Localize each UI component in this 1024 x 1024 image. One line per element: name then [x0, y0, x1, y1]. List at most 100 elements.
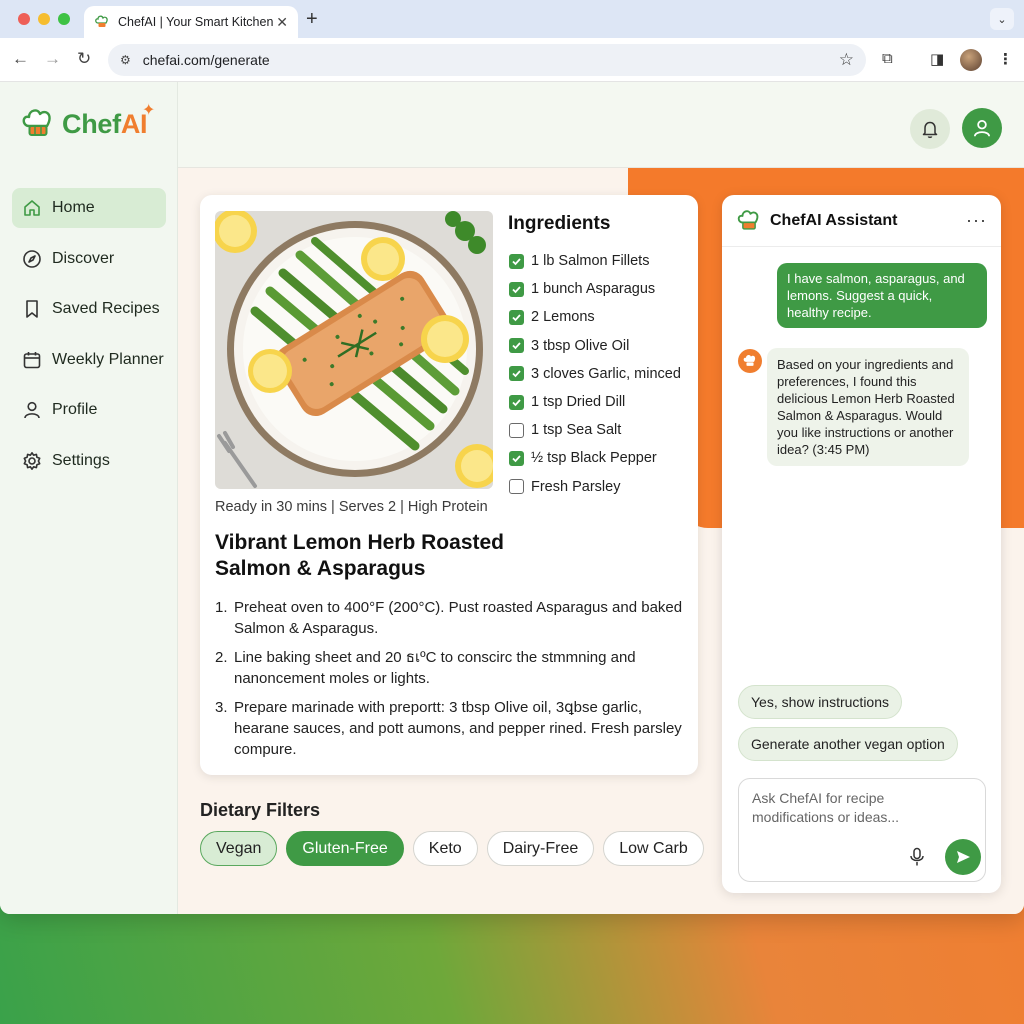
recipe-card: Ready in 30 mins | Serves 2 | High Prote…: [200, 195, 698, 775]
tab-title: ChefAI | Your Smart Kitchen: [118, 15, 274, 29]
notifications-button[interactable]: [910, 109, 950, 149]
sidebar-item-weekly-planner[interactable]: Weekly Planner: [12, 340, 166, 380]
ingredient-item[interactable]: 1 tsp Dried Dill: [509, 388, 681, 416]
window-controls: [18, 13, 70, 25]
bookmark-icon: [26, 300, 38, 318]
dietary-filter-chips: Vegan Gluten-Free Keto Dairy-Free Low Ca…: [200, 831, 704, 866]
ingredient-item[interactable]: 1 lb Salmon Fillets: [509, 247, 681, 275]
recipe-step: 2. Line baking sheet and 20 ธเºC to consc…: [215, 649, 636, 687]
more-options-icon[interactable]: ···: [966, 210, 987, 231]
ingredients-title: Ingredients: [508, 213, 611, 234]
checkbox[interactable]: [509, 281, 524, 297]
assistant-header: ChefAI Assistant ···: [722, 195, 1001, 247]
check-icon: [512, 257, 521, 265]
filter-chip-vegan[interactable]: Vegan: [200, 831, 278, 866]
assistant-panel: ChefAI Assistant ··· I have salmon, aspa…: [722, 195, 1001, 893]
address-bar[interactable]: ⚙ chefai.com/generate ☆: [108, 44, 866, 76]
ingredient-item[interactable]: ½ tsp Black Pepper: [509, 444, 681, 472]
close-tab-icon[interactable]: ✕: [276, 14, 288, 31]
sidebar-item-profile[interactable]: Profile: [12, 390, 166, 430]
check-icon: [512, 370, 521, 378]
checkbox[interactable]: [509, 366, 524, 382]
recipe-steps: 1. Preheat oven to 400°F (200°C). Pust ro…: [215, 597, 685, 768]
chat-composer: [738, 778, 986, 882]
checkbox[interactable]: [509, 479, 524, 495]
back-icon[interactable]: ←: [12, 49, 29, 69]
ingredient-item[interactable]: 2 Lemons: [509, 303, 681, 331]
user-menu-button[interactable]: [962, 108, 1002, 148]
tab-strip: ChefAI | Your Smart Kitchen ✕ + ⌄: [0, 0, 1024, 38]
user-icon: [973, 119, 991, 137]
close-window-button[interactable]: [18, 13, 30, 25]
bell-icon: [922, 121, 938, 139]
tab-search-icon[interactable]: ⌄: [990, 8, 1014, 30]
sidebar-item-label: Home: [52, 199, 95, 216]
site-settings-icon[interactable]: ⚙: [120, 53, 131, 67]
sidebar-item-label: Profile: [52, 401, 98, 418]
suggestion-show-instructions[interactable]: Yes, show instructions: [738, 685, 902, 719]
new-tab-icon[interactable]: +: [306, 8, 318, 31]
side-panel-icon[interactable]: ◨: [930, 50, 944, 68]
checkbox[interactable]: [509, 422, 524, 438]
assistant-avatar: [738, 349, 762, 373]
check-icon: [512, 398, 521, 406]
checkbox[interactable]: [509, 338, 524, 354]
send-icon: [957, 851, 970, 863]
checkbox[interactable]: [509, 394, 524, 410]
filter-chip-dairy-free[interactable]: Dairy-Free: [486, 831, 595, 866]
minimize-window-button[interactable]: [38, 13, 50, 25]
main-content: Ready in 30 mins | Serves 2 | High Prote…: [178, 82, 1024, 914]
gear-icon: [23, 451, 41, 470]
recipe-step: 3. Prepare marinade with preportt: 3 tbsp…: [215, 699, 682, 758]
ingredient-item[interactable]: 3 cloves Garlic, minced: [509, 360, 681, 388]
filter-chip-gluten-free[interactable]: Gluten-Free: [286, 831, 404, 866]
user-message: I have salmon, asparagus, and lemons. Su…: [777, 263, 987, 328]
suggestion-another-vegan[interactable]: Generate another vegan option: [738, 727, 958, 761]
filter-chip-keto[interactable]: Keto: [412, 831, 478, 866]
browser-menu-icon[interactable]: ⋮: [998, 50, 1013, 68]
recipe-photo: [215, 211, 493, 489]
recipe-title: Vibrant Lemon Herb Roasted Salmon & Aspa…: [215, 531, 504, 580]
sidebar-item-home[interactable]: Home: [12, 188, 166, 228]
check-icon: [512, 286, 521, 294]
assistant-message: Based on your ingredients and preference…: [767, 348, 969, 466]
logo[interactable]: ChefAI ✦: [20, 102, 155, 142]
bookmark-star-icon[interactable]: ☆: [839, 50, 854, 70]
sidebar-item-settings[interactable]: Settings: [12, 441, 166, 481]
chef-hat-icon: [737, 209, 759, 230]
logo-text: ChefAI: [62, 108, 148, 139]
extensions-icon[interactable]: ⧉: [882, 50, 893, 67]
browser-tab[interactable]: ChefAI | Your Smart Kitchen ✕: [84, 6, 298, 38]
chat-input[interactable]: [752, 789, 952, 833]
reload-icon[interactable]: ↻: [77, 49, 91, 69]
recipe-meta: Ready in 30 mins | Serves 2 | High Prote…: [215, 499, 488, 515]
ingredient-item[interactable]: 1 bunch Asparagus: [509, 275, 681, 303]
ingredient-item[interactable]: 1 tsp Sea Salt: [509, 416, 681, 444]
ingredients-list: 1 lb Salmon Fillets 1 bunch Asparagus 2 …: [509, 247, 681, 501]
checkbox[interactable]: [509, 309, 524, 325]
profile-avatar[interactable]: [960, 49, 982, 71]
maximize-window-button[interactable]: [58, 13, 70, 25]
check-icon: [512, 314, 521, 322]
compass-icon: [23, 249, 41, 268]
checkbox[interactable]: [509, 450, 524, 466]
send-button[interactable]: [945, 839, 981, 875]
forward-icon[interactable]: →: [44, 49, 61, 69]
chef-hat-icon: [743, 354, 756, 366]
sidebar-item-discover[interactable]: Discover: [12, 239, 166, 279]
chef-hat-icon: [22, 109, 51, 136]
ingredient-item[interactable]: Fresh Parsley: [509, 473, 681, 501]
assistant-title: ChefAI Assistant: [770, 211, 898, 229]
ingredient-item[interactable]: 3 tbsp Olive Oil: [509, 332, 681, 360]
sidebar-item-label: Discover: [52, 249, 115, 267]
check-icon: [512, 455, 521, 463]
checkbox[interactable]: [509, 253, 524, 269]
microphone-icon[interactable]: [909, 847, 925, 872]
home-icon: [24, 200, 40, 216]
sidebar: ChefAI ✦ Home Discover Saved Recipes Wee…: [0, 82, 178, 914]
sidebar-item-label: Settings: [52, 451, 110, 469]
app: ChefAI ✦ Home Discover Saved Recipes Wee…: [0, 82, 1024, 914]
person-icon: [24, 401, 40, 419]
sidebar-item-saved-recipes[interactable]: Saved Recipes: [12, 289, 166, 329]
filter-chip-low-carb[interactable]: Low Carb: [603, 831, 704, 866]
